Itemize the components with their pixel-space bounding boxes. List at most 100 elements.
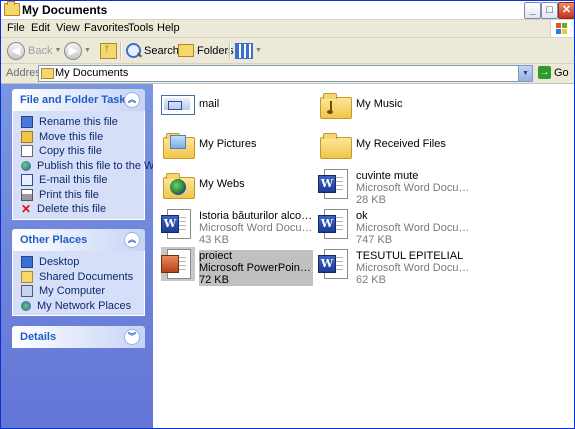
chevron-down-icon: ▼ xyxy=(255,47,262,54)
menu-help[interactable]: Help xyxy=(157,22,180,34)
chevron-down-icon: ▼ xyxy=(84,47,91,54)
file-size: 62 KB xyxy=(356,275,386,286)
back-label: Back xyxy=(28,44,53,57)
panel-header[interactable]: Details ︾ xyxy=(12,326,145,348)
file-name: My Music xyxy=(356,98,403,110)
address-input[interactable]: My Documents ▼ xyxy=(38,65,533,82)
toolbar-separator xyxy=(120,42,122,59)
file-item-my-webs[interactable]: My Webs xyxy=(157,166,315,204)
windows-logo xyxy=(550,20,573,37)
collapse-icon[interactable]: ︽ xyxy=(124,232,140,248)
file-item-my-music[interactable]: My Music xyxy=(314,86,472,124)
minimize-button[interactable]: _ xyxy=(524,2,541,19)
place-shared-documents[interactable]: Shared Documents xyxy=(13,270,144,285)
go-arrow-icon: → xyxy=(538,66,551,79)
music-folder-icon xyxy=(318,87,352,121)
place-desktop[interactable]: Desktop xyxy=(13,255,144,270)
file-type: Microsoft Word Document xyxy=(356,183,470,194)
chevron-down-icon: ▼ xyxy=(54,47,62,54)
task-copy[interactable]: Copy this file xyxy=(13,144,144,159)
task-move[interactable]: Move this file xyxy=(13,130,144,145)
place-label: My Computer xyxy=(39,285,106,298)
folder-icon xyxy=(21,270,33,283)
details-panel: Details ︾ xyxy=(12,326,145,348)
place-label: Shared Documents xyxy=(39,270,134,283)
place-label: My Network Places xyxy=(37,299,132,312)
up-folder-button[interactable]: ↑ xyxy=(100,41,117,60)
word-document-icon: W xyxy=(161,207,195,241)
file-name: TESUTUL EPITELIAL xyxy=(356,250,464,262)
file-item-proiect[interactable]: proiect Microsoft PowerPoint Present... … xyxy=(157,246,315,286)
address-bar: Address My Documents ▼ → Go xyxy=(1,64,574,84)
file-item-my-received-files[interactable]: My Received Files xyxy=(314,126,472,164)
menu-favorites[interactable]: Favorites xyxy=(84,22,129,34)
menu-bar: File Edit View Favorites Tools Help xyxy=(1,20,574,38)
window-title: My Documents xyxy=(22,3,108,17)
file-item-cuvinte-mute[interactable]: W cuvinte mute Microsoft Word Document 2… xyxy=(314,166,472,206)
menu-edit[interactable]: Edit xyxy=(31,22,50,34)
views-button[interactable]: ▼ xyxy=(235,41,262,60)
globe-icon xyxy=(21,160,31,171)
file-type: Microsoft Word Document xyxy=(199,223,313,234)
place-network[interactable]: My Network Places xyxy=(13,299,144,314)
file-name: cuvinte mute xyxy=(356,170,419,182)
address-dropdown-button[interactable]: ▼ xyxy=(518,66,532,81)
file-size: 43 KB xyxy=(199,235,229,246)
task-publish[interactable]: Publish this file to the Web xyxy=(13,159,166,174)
file-name: ok xyxy=(356,210,368,222)
task-delete[interactable]: ✕ Delete this file xyxy=(13,202,144,217)
computer-icon xyxy=(21,285,33,298)
email-icon xyxy=(21,174,33,187)
toolbar: ◀ Back ▼ ▶ ▼ ↑ Search Folders ▼ xyxy=(1,38,574,64)
file-item-tesutul-epitelial[interactable]: W TESUTUL EPITELIAL Microsoft Word Docum… xyxy=(314,246,472,286)
network-icon xyxy=(21,300,31,311)
file-type: Microsoft Word Document xyxy=(356,263,470,274)
menu-file[interactable]: File xyxy=(7,22,25,34)
panel-header[interactable]: Other Places ︽ xyxy=(12,229,145,251)
file-name: mail xyxy=(199,98,220,110)
folder-icon xyxy=(318,127,352,161)
menu-view[interactable]: View xyxy=(56,22,80,34)
file-folder-tasks-panel: File and Folder Tasks ︽ Rename this file… xyxy=(12,89,166,220)
file-item-mail[interactable]: mail xyxy=(157,86,315,124)
file-name: My Pictures xyxy=(199,138,257,150)
close-button[interactable]: ✕ xyxy=(558,2,574,19)
place-my-computer[interactable]: My Computer xyxy=(13,284,144,299)
task-email[interactable]: E-mail this file xyxy=(13,173,144,188)
maximize-button[interactable]: □ xyxy=(541,2,558,19)
task-label: Delete this file xyxy=(37,203,107,216)
panel-title: File and Folder Tasks xyxy=(20,94,132,106)
task-label: Publish this file to the Web xyxy=(37,159,167,172)
windows-flag-icon xyxy=(556,23,568,34)
collapse-icon[interactable]: ︽ xyxy=(124,92,140,108)
panel-header[interactable]: File and Folder Tasks ︽ xyxy=(12,89,145,111)
explorer-window: My Documents _ □ ✕ File Edit View Favori… xyxy=(0,0,575,429)
go-button[interactable]: → Go xyxy=(538,66,569,79)
move-icon xyxy=(21,130,33,143)
file-item-my-pictures[interactable]: My Pictures xyxy=(157,126,315,164)
other-places-panel: Other Places ︽ Desktop Shared Documents … xyxy=(12,229,145,316)
file-name: My Received Files xyxy=(356,138,446,150)
file-type: Microsoft PowerPoint Present... xyxy=(199,263,313,274)
title-bar[interactable]: My Documents _ □ ✕ xyxy=(1,1,574,20)
search-button[interactable]: Search xyxy=(126,41,179,60)
address-value: My Documents xyxy=(55,67,129,79)
expand-icon[interactable]: ︾ xyxy=(124,329,140,345)
file-item-ok[interactable]: W ok Microsoft Word Document 747 KB xyxy=(314,206,472,246)
task-print[interactable]: Print this file xyxy=(13,188,144,203)
copy-icon xyxy=(21,145,33,158)
mail-icon xyxy=(161,87,195,121)
file-item-istoria[interactable]: W Istoria băuturilor alcoolice Microsoft… xyxy=(157,206,315,246)
back-button[interactable]: ◀ Back ▼ xyxy=(7,41,61,60)
delete-icon: ✕ xyxy=(21,202,32,217)
folders-icon xyxy=(178,44,194,57)
panel-title: Details xyxy=(20,331,57,343)
folders-button[interactable]: Folders xyxy=(178,41,234,60)
forward-button[interactable]: ▶ ▼ xyxy=(64,41,91,60)
file-name: Istoria băuturilor alcoolice xyxy=(199,210,313,222)
task-rename[interactable]: Rename this file xyxy=(13,115,144,130)
folder-icon xyxy=(41,68,54,79)
menu-tools[interactable]: Tools xyxy=(128,22,154,34)
file-size: 747 KB xyxy=(356,235,393,246)
search-icon xyxy=(126,43,142,58)
